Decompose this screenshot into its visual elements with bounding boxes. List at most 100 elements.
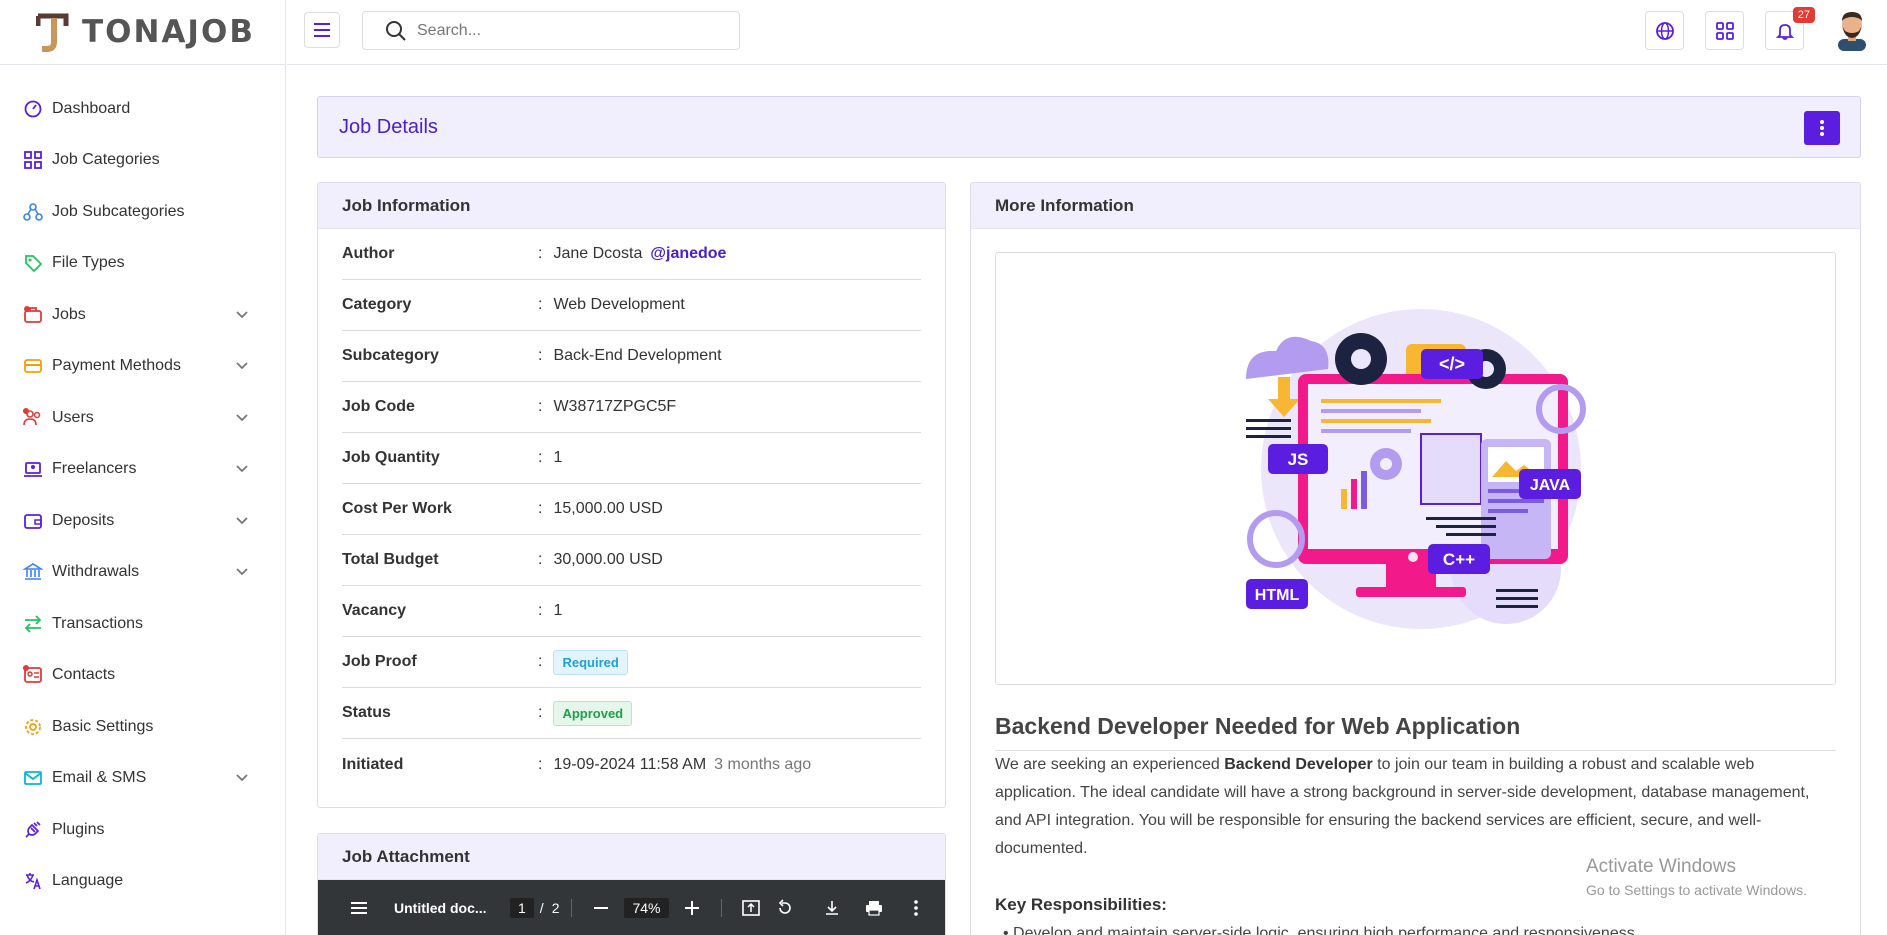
info-row-category: Category: Web Development: [342, 280, 921, 331]
watermark-title: Activate Windows: [1586, 856, 1736, 877]
info-row-cost-per-work: Cost Per Work:15,000.00 USD: [342, 484, 921, 535]
total-budget-value-group: 30,000.00 USD: [553, 551, 662, 569]
sidebar-item-job-categories[interactable]: Job Categories: [0, 135, 285, 187]
sidebar-item-label: Job Categories: [52, 151, 160, 169]
sidebar-item-basic-settings[interactable]: Basic Settings: [0, 701, 285, 753]
brand-logo[interactable]: TONAJOB: [0, 0, 285, 65]
top-header: 27: [287, 0, 1887, 65]
pdf-toolbar: Untitled doc... 1 / 2 74%: [318, 880, 945, 935]
more-information-card: More Information </> JS JAVA HTML C++ Ba…: [970, 182, 1861, 935]
category-value-group: Web Development: [553, 296, 684, 314]
author-value-group: Jane Dcosta @janedoe: [553, 245, 726, 263]
chevron-down-icon[interactable]: [235, 514, 249, 528]
info-row-job-code: Job Code: W38717ZPGC5F: [342, 382, 921, 433]
vertical-dots-icon: [1820, 120, 1824, 136]
separator-colon: :: [538, 245, 543, 262]
chevron-down-icon[interactable]: [235, 411, 249, 425]
language-button[interactable]: [1645, 11, 1684, 50]
search-input[interactable]: [417, 21, 717, 40]
chevron-down-icon[interactable]: [235, 771, 249, 785]
sidebar-item-contacts[interactable]: Contacts: [0, 650, 285, 702]
sidebar-item-withdrawals[interactable]: Withdrawals: [0, 547, 285, 599]
bank-icon: [23, 562, 43, 582]
sidebar-nav: Dashboard Job Categories Job Subcategories…: [0, 65, 285, 907]
rotate-icon[interactable]: [774, 897, 796, 919]
more-information-title: More Information: [971, 183, 1860, 229]
sidebar-item-freelancers[interactable]: Freelancers: [0, 444, 285, 496]
sidebar-item-jobs[interactable]: Jobs: [0, 289, 285, 341]
page-actions-button[interactable]: [1804, 111, 1840, 145]
windows-activation-watermark: Activate Windows Go to Settings to activ…: [1586, 856, 1807, 898]
pdf-more-icon[interactable]: [905, 897, 927, 919]
menu-toggle-button[interactable]: [304, 12, 340, 48]
vacancy-label: Vacancy: [342, 602, 407, 619]
search-box[interactable]: [362, 11, 740, 50]
sidebar-item-job-subcategories[interactable]: Job Subcategories: [0, 186, 285, 238]
info-row-vacancy: Vacancy:1: [342, 586, 921, 637]
briefcase-icon: [23, 305, 43, 325]
sidebar-item-transactions[interactable]: Transactions: [0, 598, 285, 650]
logo-mark-icon: [35, 12, 76, 52]
notifications-button[interactable]: 27: [1765, 7, 1815, 50]
sidebar-item-payment-methods[interactable]: Payment Methods: [0, 341, 285, 393]
download-icon[interactable]: [821, 897, 843, 919]
status-badge: Approved: [553, 700, 633, 726]
developer-illustration: </> JS JAVA HTML C++: [1245, 308, 1586, 629]
chevron-down-icon[interactable]: [235, 308, 249, 322]
zoom-out-icon[interactable]: [590, 897, 612, 919]
arrows-exchange-icon: [23, 614, 43, 634]
info-row-total-budget: Total Budget:30,000.00 USD: [342, 535, 921, 586]
wallet-icon: [23, 511, 43, 531]
page-title: Job Details: [339, 115, 438, 138]
job-proof-label: Job Proof: [342, 653, 417, 670]
sidebar-item-label: Email & SMS: [52, 769, 147, 787]
print-icon[interactable]: [863, 897, 885, 919]
separator-colon: :: [538, 296, 543, 313]
job-quantity-value-group: 1: [553, 449, 562, 467]
job-proof-badge: Required: [553, 649, 628, 675]
envelope-icon: [23, 768, 43, 788]
info-row-job-quantity: Job Quantity:1: [342, 433, 921, 484]
java-label: JAVA: [1529, 477, 1570, 494]
watermark-subtitle: Go to Settings to activate Windows.: [1586, 882, 1807, 898]
sidebar-item-file-types[interactable]: File Types: [0, 238, 285, 290]
category-label: Category: [342, 296, 412, 313]
pdf-page-input[interactable]: 1: [510, 898, 534, 918]
job-information-title: Job Information: [318, 183, 945, 229]
sidebar-item-label: Plugins: [52, 820, 105, 838]
users-icon: [23, 407, 43, 428]
vacancy-value-group: 1: [553, 602, 562, 620]
job-information-card: Job Information Author: Jane Dcosta @janed…: [317, 182, 946, 808]
separator-colon: :: [538, 347, 543, 364]
initiated-value: 19-09-2024 11:58 AM: [553, 755, 707, 773]
sidebar-item-users[interactable]: Users: [0, 392, 285, 444]
relative-time: 3 months ago: [714, 755, 812, 773]
sidebar-item-label: Basic Settings: [52, 717, 154, 735]
total-budget-label: Total Budget: [342, 551, 439, 568]
sidebar-item-email-sms[interactable]: Email & SMS: [0, 753, 285, 805]
pdf-menu-icon[interactable]: [348, 897, 370, 919]
chevron-down-icon[interactable]: [235, 359, 249, 373]
fit-page-icon[interactable]: [740, 897, 762, 919]
sidebar-item-dashboard[interactable]: Dashboard: [0, 83, 285, 135]
sidebar-item-deposits[interactable]: Deposits: [0, 495, 285, 547]
cost-per-work-value: 15,000.00 USD: [553, 500, 663, 517]
sidebar-item-label: Payment Methods: [52, 357, 181, 375]
chevron-down-icon[interactable]: [235, 565, 249, 579]
info-row-initiated: Initiated:19-09-2024 11:58 AM 3 months ag…: [342, 739, 921, 790]
pdf-document-title: Untitled doc...: [394, 900, 487, 916]
zoom-in-icon[interactable]: [681, 897, 703, 919]
dashboard-gauge-icon: [23, 99, 43, 119]
status-value-group: Approved: [553, 700, 633, 726]
sidebar-item-language[interactable]: Language: [0, 856, 285, 908]
notification-count-badge: 27: [1792, 7, 1815, 23]
contact-card-icon: [23, 665, 43, 685]
author-handle-link[interactable]: @janedoe: [650, 245, 726, 263]
pdf-zoom-level[interactable]: 74%: [624, 898, 669, 918]
chevron-down-icon[interactable]: [235, 462, 249, 476]
search-icon: [386, 20, 406, 41]
user-avatar[interactable]: [1832, 9, 1872, 51]
apps-button[interactable]: [1705, 11, 1744, 50]
sidebar-item-plugins[interactable]: Plugins: [0, 804, 285, 856]
hamburger-icon: [314, 23, 330, 37]
